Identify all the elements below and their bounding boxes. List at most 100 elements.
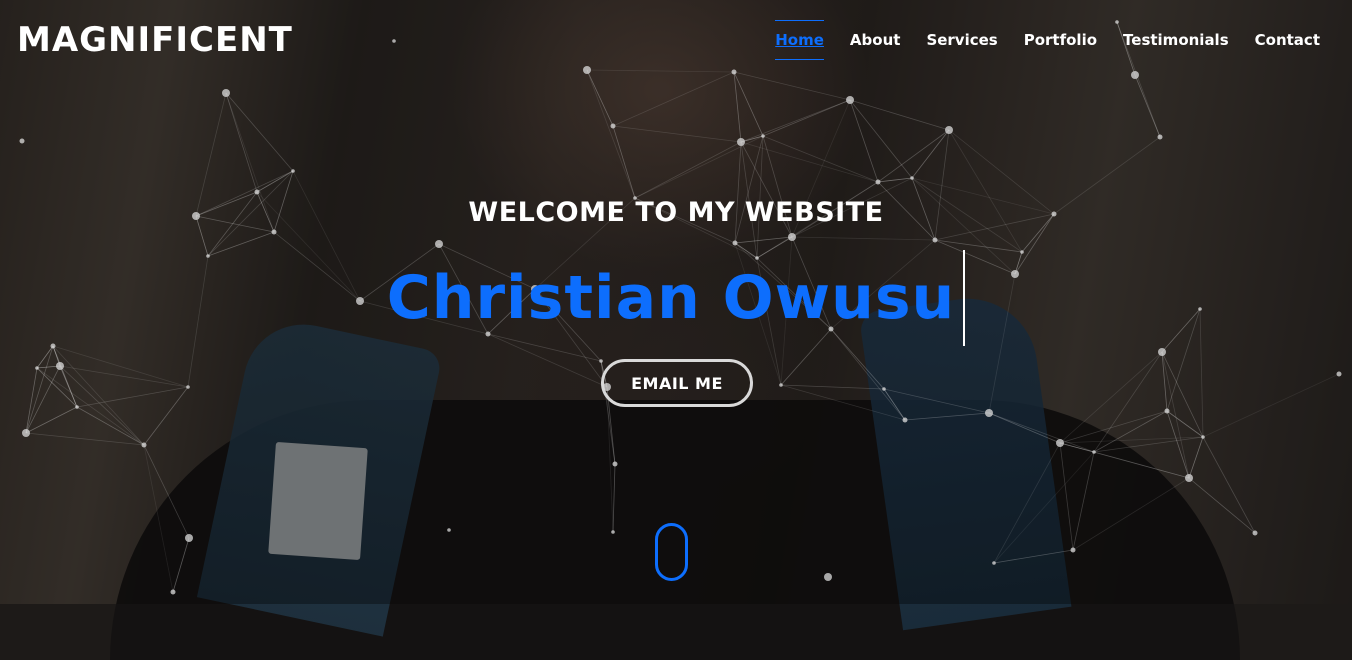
nav-portfolio[interactable]: Portfolio (1024, 26, 1097, 54)
nav-services[interactable]: Services (926, 26, 997, 54)
network-link (993, 549, 1074, 564)
nav-testimonials[interactable]: Testimonials (1123, 26, 1229, 54)
network-link (225, 92, 294, 172)
network-link (1134, 74, 1161, 138)
network-node (1056, 439, 1064, 447)
network-link (36, 367, 78, 408)
network-node (612, 461, 618, 467)
network-node (761, 134, 765, 138)
network-node (599, 359, 603, 363)
network-node (222, 89, 230, 97)
network-node (610, 123, 616, 129)
network-node (22, 429, 30, 437)
hero-name-row: Christian Owusu (0, 250, 1352, 346)
network-node (1070, 547, 1076, 553)
network-link (1188, 436, 1204, 479)
network-node (1201, 435, 1205, 439)
network-link (172, 537, 190, 593)
network-link (25, 406, 78, 434)
network-node (1131, 71, 1139, 79)
network-node (185, 534, 193, 542)
network-link (612, 463, 616, 533)
network-node (824, 573, 832, 581)
network-node (271, 229, 277, 235)
network-link (1166, 410, 1190, 479)
network-link (1202, 436, 1256, 534)
network-link (877, 129, 950, 183)
network-link (780, 384, 906, 421)
network-node (945, 126, 953, 134)
network-link (52, 345, 78, 408)
network-link (1093, 351, 1163, 453)
network-link (791, 236, 936, 241)
network-node (170, 589, 176, 595)
network-link (1072, 451, 1095, 551)
network-node (1336, 371, 1342, 377)
network-link (948, 129, 1023, 253)
nav-home[interactable]: Home (775, 20, 824, 60)
network-link (25, 365, 61, 434)
network-link (612, 125, 742, 143)
network-link (988, 412, 1061, 444)
network-link (780, 384, 885, 390)
network-node (392, 39, 396, 43)
email-me-button[interactable]: EMAIL ME (601, 359, 753, 407)
network-node (985, 409, 993, 417)
network-node (291, 169, 295, 173)
network-node (910, 176, 914, 180)
network-link (634, 135, 764, 199)
network-link (36, 345, 54, 369)
network-node (19, 138, 25, 144)
network-link (1059, 442, 1095, 453)
network-link (225, 92, 258, 193)
network-link (25, 367, 38, 434)
network-link (904, 412, 990, 421)
network-link (733, 71, 851, 101)
network-link (733, 71, 764, 137)
network-node (902, 417, 908, 423)
network-link (1059, 351, 1163, 444)
network-node (875, 179, 881, 185)
network-link (1166, 410, 1204, 438)
network-node (932, 237, 938, 243)
network-link (634, 141, 742, 199)
network-node (992, 561, 996, 565)
network-link (1161, 351, 1190, 479)
network-link (883, 388, 990, 414)
network-node (737, 138, 745, 146)
network-link (143, 444, 190, 539)
network-node (788, 233, 796, 241)
network-node (732, 240, 738, 246)
network-node (731, 69, 737, 75)
network-node (435, 240, 443, 248)
nav-about[interactable]: About (850, 26, 901, 54)
network-node (1115, 20, 1119, 24)
network-node (1092, 450, 1096, 454)
network-node (35, 366, 39, 370)
network-link (1093, 410, 1168, 453)
hero-name: Christian Owusu (386, 263, 956, 333)
network-node (254, 189, 260, 195)
network-node (1252, 530, 1258, 536)
network-link (740, 99, 851, 143)
network-link (1161, 351, 1204, 438)
network-node (141, 442, 147, 448)
network-node (1158, 348, 1166, 356)
network-node (882, 387, 886, 391)
main-nav: Home About Services Portfolio Testimonia… (775, 20, 1320, 60)
nav-contact[interactable]: Contact (1255, 26, 1320, 54)
network-node (56, 362, 64, 370)
network-node (1185, 474, 1193, 482)
scroll-down-icon[interactable] (655, 523, 688, 581)
network-link (52, 345, 189, 388)
network-node (583, 66, 591, 74)
network-link (849, 99, 913, 179)
network-link (849, 99, 879, 183)
network-node (447, 528, 451, 532)
network-node (1157, 134, 1163, 140)
network-link (988, 412, 1095, 453)
network-link (143, 386, 189, 446)
site-logo[interactable]: MAGNIFICENT (17, 20, 293, 60)
hero-welcome: WELCOME TO MY WEBSITE (468, 197, 884, 228)
network-link (1202, 373, 1340, 438)
